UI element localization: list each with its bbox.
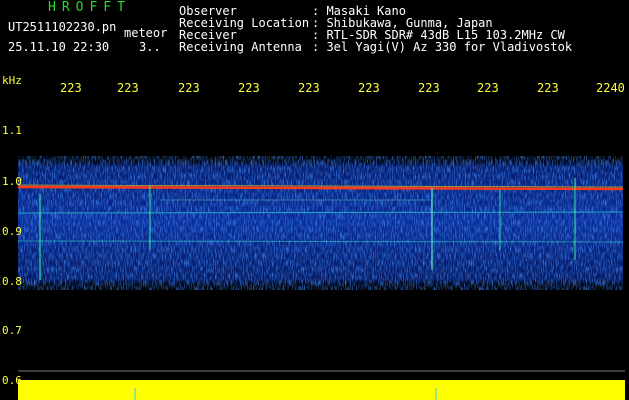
x-tick: 223: [178, 81, 200, 95]
x-tick: 2240: [596, 81, 625, 95]
meteor-label: meteor: [124, 26, 168, 40]
app-logo: HROFFT: [48, 0, 131, 15]
y-tick: 1.1: [2, 124, 22, 137]
y-tick: 0.7: [2, 324, 22, 337]
x-tick: 223: [477, 81, 499, 95]
noise-speckle: [18, 156, 623, 290]
y-tick: 1.0: [2, 175, 22, 188]
x-tick: 223: [117, 81, 139, 95]
y-tick: 0.8: [2, 275, 22, 288]
y-unit-label: kHz: [2, 74, 22, 87]
x-tick: 223: [238, 81, 260, 95]
spectrogram: [17, 156, 625, 400]
x-tick: 223: [60, 81, 82, 95]
x-tick: 223: [358, 81, 380, 95]
count: 3..: [139, 40, 161, 54]
y-tick: 0.9: [2, 225, 22, 238]
antenna-label: Receiving Antenna: [179, 40, 302, 54]
x-tick: 223: [418, 81, 440, 95]
file-name: UT2511102230.pn: [8, 20, 117, 34]
x-tick: 223: [298, 81, 320, 95]
y-tick: 0.6: [2, 374, 22, 387]
antenna-value: : 3el Yagi(V) Az 330 for Vladivostok: [312, 40, 573, 54]
yellow-strip: [18, 380, 625, 400]
datetime: 25.11.10 22:30: [8, 40, 110, 54]
x-tick: 223: [537, 81, 559, 95]
